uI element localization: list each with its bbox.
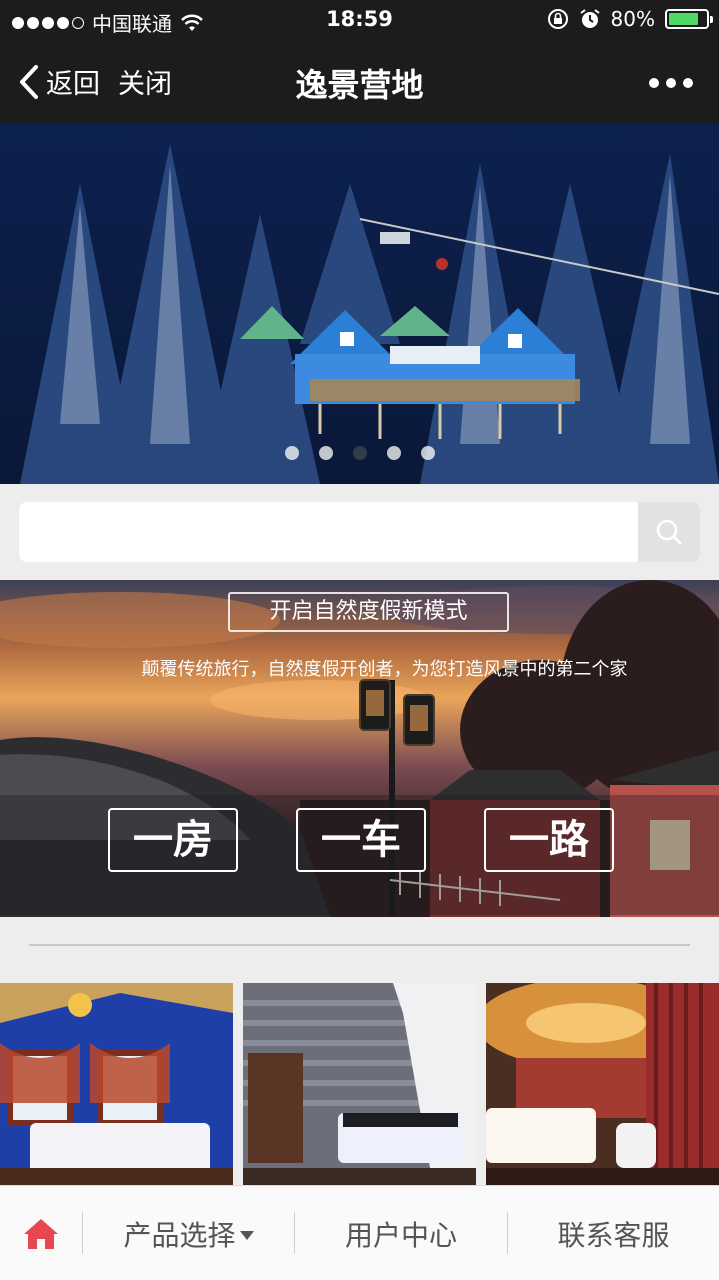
bottom-tab-bar: 产品选择 用户中心 联系客服 xyxy=(0,1185,719,1280)
room-image xyxy=(0,983,233,1185)
carousel-dot[interactable] xyxy=(420,446,435,460)
promo-box-road: 一路 xyxy=(484,808,614,872)
tab-customer-service-label: 联系客服 xyxy=(557,1218,670,1252)
promo-box-room: 一房 xyxy=(108,808,238,872)
more-dots-icon[interactable] xyxy=(649,78,693,88)
promo-tagline: 开启自然度假新模式 xyxy=(228,592,509,632)
promo-banner[interactable]: 开启自然度假新模式 颠覆传统旅行，自然度假开创者，为您打造风景中的第二个家 一房… xyxy=(0,580,719,917)
room-image xyxy=(243,983,476,1185)
status-bar: 中国联通 18:59 80% xyxy=(0,0,719,40)
search-button[interactable] xyxy=(638,502,700,562)
search-icon xyxy=(656,519,682,545)
tab-customer-service[interactable]: 联系客服 xyxy=(508,1186,719,1280)
promo-box-car: 一车 xyxy=(296,808,426,872)
status-right: 80% xyxy=(547,7,713,31)
room-thumbnail[interactable] xyxy=(243,983,476,1185)
room-thumbnail[interactable] xyxy=(0,983,233,1185)
dropdown-caret-icon xyxy=(239,1231,254,1240)
room-gallery xyxy=(0,983,719,1185)
carousel-indicators xyxy=(0,446,719,460)
section-divider xyxy=(29,944,690,946)
battery-icon xyxy=(665,9,713,29)
tab-user-center-label: 用户中心 xyxy=(344,1218,457,1252)
hero-carousel[interactable] xyxy=(0,124,719,484)
tab-home[interactable] xyxy=(0,1186,82,1280)
carousel-dot-active[interactable] xyxy=(352,446,367,460)
carousel-dot[interactable] xyxy=(386,446,401,460)
rotation-lock-icon xyxy=(547,9,568,29)
hero-image xyxy=(0,124,719,484)
home-icon xyxy=(24,1218,58,1249)
page-title: 逸景营地 xyxy=(295,66,424,104)
search-bar xyxy=(19,502,700,562)
alarm-icon xyxy=(579,9,600,28)
battery-percent: 80% xyxy=(610,7,655,31)
promo-subtitle: 颠覆传统旅行，自然度假开创者，为您打造风景中的第二个家 xyxy=(141,659,628,680)
tab-product-select-label: 产品选择 xyxy=(123,1218,236,1252)
carousel-dot[interactable] xyxy=(318,446,333,460)
tab-user-center[interactable]: 用户中心 xyxy=(295,1186,507,1280)
room-thumbnail[interactable] xyxy=(486,983,719,1185)
nav-bar: 返回 关闭 逸景营地 xyxy=(0,40,719,124)
tab-product-select[interactable]: 产品选择 xyxy=(83,1186,294,1280)
search-input[interactable] xyxy=(19,502,638,562)
carousel-dot[interactable] xyxy=(284,446,299,460)
room-image xyxy=(486,983,719,1185)
